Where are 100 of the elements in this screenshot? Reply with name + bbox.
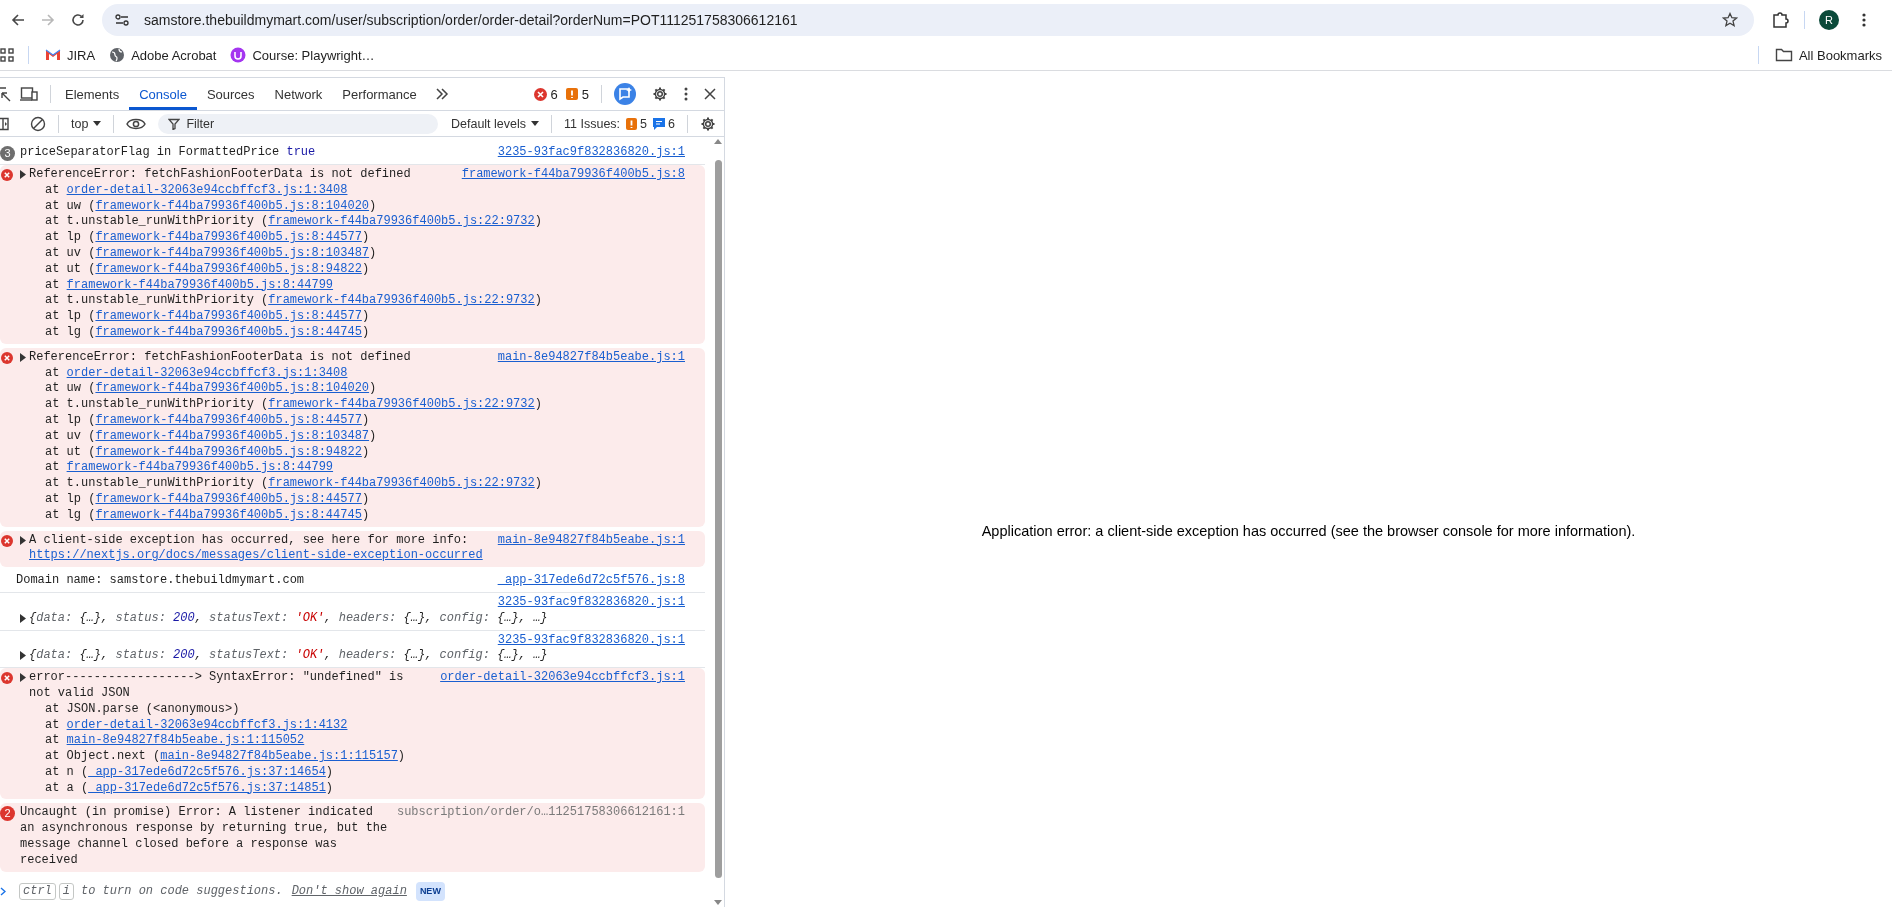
- stack-frame: at order-detail-32063e94ccbffcf3.js:1:4132: [16, 717, 685, 734]
- close-icon[interactable]: [704, 88, 716, 100]
- address-bar[interactable]: samstore.thebuildmymart.com/user/subscription/order/order-detail?orderNum=POT111251758306612161: [102, 4, 1754, 36]
- error-icon: [1, 351, 13, 364]
- source-link[interactable]: _app-317ede6d72c5f576.js:8: [497, 573, 685, 589]
- expand-triangle-icon[interactable]: [20, 673, 26, 683]
- console-settings-icon[interactable]: [700, 115, 716, 132]
- source-link[interactable]: order-detail-32063e94ccbffcf3.js:1: [440, 670, 685, 686]
- source-link[interactable]: 3235-93fac9f832836820.js:1: [497, 632, 685, 647]
- message-text: Uncaught (in promise) Error: A listener indicated an asynchronous response by returning true, but the message channel closed before a response was received: [20, 805, 389, 869]
- stack-link[interactable]: framework-f44ba79936f400b5.js:8:44799: [66, 277, 334, 292]
- scroll-up-icon[interactable]: [714, 139, 722, 144]
- stack-link[interactable]: framework-f44ba79936f400b5.js:22:9732: [268, 476, 535, 491]
- dismiss-link[interactable]: Don't show again: [291, 883, 407, 900]
- devtools-tab[interactable]: Performance: [332, 78, 427, 110]
- devtools-tab[interactable]: Console: [129, 78, 197, 110]
- stack-link[interactable]: framework-f44ba79936f400b5.js:22:9732: [268, 293, 535, 308]
- stack-link[interactable]: _app-317ede6d72c5f576.js:37:14654: [88, 764, 326, 779]
- stack-link[interactable]: framework-f44ba79936f400b5.js:8:44745: [95, 507, 362, 522]
- devtools-tab[interactable]: Network: [264, 78, 333, 110]
- stack-link[interactable]: order-detail-32063e94ccbffcf3.js:1:4132: [66, 717, 348, 732]
- bookmark-star-icon[interactable]: [1722, 12, 1738, 28]
- error-counter[interactable]: 6: [533, 86, 558, 102]
- site-settings-icon[interactable]: [114, 12, 130, 28]
- issue-warning-count: 5: [626, 116, 648, 131]
- new-badge: NEW: [415, 881, 445, 902]
- object-preview: {data: {…}, status: 200, statusText: 'OK', headers: {…}, config: {…}, …}: [29, 648, 549, 665]
- stack-link[interactable]: framework-f44ba79936f400b5.js:8:94822: [95, 261, 362, 276]
- more-tabs-icon[interactable]: [434, 87, 449, 101]
- stack-link[interactable]: framework-f44ba79936f400b5.js:8:44577: [95, 491, 362, 506]
- stack-frame: at lp (framework-f44ba79936f400b5.js:8:44577): [16, 309, 685, 325]
- filter-field[interactable]: Filter: [158, 113, 439, 134]
- error-message: Application error: a client-side exception has occurred (see the browser console for more information).: [981, 523, 1636, 541]
- source-link[interactable]: main-8e94827f84b5eabe.js:1: [497, 349, 685, 366]
- stack-frame: at t.unstable_runWithPriority (framework-f44ba79936f400b5.js:22:9732): [16, 293, 685, 310]
- stack-link[interactable]: framework-f44ba79936f400b5.js:8:104020: [95, 381, 370, 396]
- back-icon[interactable]: [10, 12, 26, 28]
- stack-link[interactable]: framework-f44ba79936f400b5.js:22:9732: [268, 397, 535, 412]
- stack-frame: at uv (framework-f44ba79936f400b5.js:8:103487): [16, 246, 685, 262]
- stack-link[interactable]: framework-f44ba79936f400b5.js:8:44577: [95, 309, 362, 324]
- scroll-down-icon[interactable]: [714, 900, 722, 905]
- error-icon: [1, 169, 13, 181]
- message-link[interactable]: https://nextjs.org/docs/messages/client-side-exception-occurred: [29, 548, 483, 563]
- context-selector[interactable]: top: [63, 116, 110, 131]
- ai-assistant-icon[interactable]: [614, 83, 636, 105]
- device-toolbar-icon[interactable]: [20, 86, 38, 102]
- stack-frame: at main-8e94827f84b5eabe.js:1:115052: [16, 733, 685, 750]
- source-link[interactable]: 3235-93fac9f832836820.js:1: [497, 594, 685, 609]
- source-link[interactable]: framework-f44ba79936f400b5.js:8: [461, 167, 685, 183]
- warning-counter[interactable]: 5: [565, 86, 589, 102]
- stack-link[interactable]: framework-f44ba79936f400b5.js:8:44577: [95, 230, 362, 245]
- clear-console-icon[interactable]: [30, 115, 46, 132]
- stack-frame: at order-detail-32063e94ccbffcf3.js:1:3408: [16, 365, 685, 382]
- stack-frame: at lg (framework-f44ba79936f400b5.js:8:44745): [16, 507, 685, 524]
- bookmark-link[interactable]: Course: Playwright…: [226, 47, 385, 63]
- all-bookmarks-link[interactable]: All Bookmarks: [1770, 47, 1892, 63]
- extension-puzzle-icon[interactable]: [1771, 11, 1789, 29]
- filter-funnel-icon: [168, 117, 181, 130]
- stack-link[interactable]: main-8e94827f84b5eabe.js:1:115157: [160, 749, 398, 764]
- expand-triangle-icon[interactable]: [20, 651, 26, 661]
- bookmark-link[interactable]: Adobe Acrobat: [105, 47, 227, 63]
- repeat-count-badge: 3: [0, 146, 15, 161]
- levels-dropdown[interactable]: Default levels: [443, 116, 548, 131]
- expand-triangle-icon[interactable]: [20, 535, 26, 545]
- expand-triangle-icon[interactable]: [20, 613, 26, 623]
- menu-icon[interactable]: [1861, 12, 1867, 28]
- sidebar-toggle-icon[interactable]: [0, 116, 10, 131]
- stack-link[interactable]: _app-317ede6d72c5f576.js:37:14851: [88, 780, 326, 795]
- stack-link[interactable]: framework-f44ba79936f400b5.js:8:44745: [95, 324, 362, 339]
- apps-grid-icon[interactable]: [0, 48, 14, 62]
- stack-link[interactable]: main-8e94827f84b5eabe.js:1:115052: [66, 733, 305, 748]
- stack-link[interactable]: order-detail-32063e94ccbffcf3.js:1:3408: [66, 182, 348, 197]
- inspect-element-icon[interactable]: [0, 86, 12, 102]
- profile-avatar[interactable]: R: [1819, 10, 1839, 30]
- stack-link[interactable]: framework-f44ba79936f400b5.js:8:104020: [95, 198, 370, 213]
- stack-frame: at framework-f44ba79936f400b5.js:8:44799: [16, 277, 685, 294]
- stack-frame: at n (_app-317ede6d72c5f576.js:37:14654): [16, 764, 685, 781]
- stack-frame: at t.unstable_runWithPriority (framework-f44ba79936f400b5.js:22:9732): [16, 397, 685, 413]
- source-link[interactable]: 3235-93fac9f832836820.js:1: [497, 145, 685, 161]
- stack-link[interactable]: framework-f44ba79936f400b5.js:8:94822: [95, 444, 362, 459]
- devtools-tab[interactable]: Sources: [196, 78, 265, 110]
- expand-triangle-icon[interactable]: [20, 170, 26, 179]
- reload-icon[interactable]: [70, 12, 86, 28]
- stack-frame: at ut (framework-f44ba79936f400b5.js:8:94822): [16, 261, 685, 278]
- stack-link[interactable]: framework-f44ba79936f400b5.js:8:44799: [66, 460, 334, 475]
- stack-link[interactable]: order-detail-32063e94ccbffcf3.js:1:3408: [66, 365, 348, 380]
- stack-link[interactable]: framework-f44ba79936f400b5.js:22:9732: [268, 214, 535, 229]
- bookmark-link[interactable]: JIRA: [41, 47, 106, 63]
- expand-triangle-icon[interactable]: [20, 352, 26, 362]
- issues-counter[interactable]: 11 Issues: 5 6: [556, 116, 683, 131]
- stack-link[interactable]: framework-f44ba79936f400b5.js:8:103487: [95, 246, 370, 260]
- devtools-tab[interactable]: Elements: [55, 78, 130, 110]
- source-link[interactable]: main-8e94827f84b5eabe.js:1: [497, 532, 685, 549]
- globe-icon: [109, 47, 126, 63]
- eye-icon[interactable]: [126, 116, 147, 131]
- settings-icon[interactable]: [652, 86, 668, 102]
- scrollbar-thumb[interactable]: [714, 160, 722, 879]
- more-options-icon[interactable]: [684, 87, 688, 101]
- stack-link[interactable]: framework-f44ba79936f400b5.js:8:44577: [95, 412, 362, 427]
- stack-link[interactable]: framework-f44ba79936f400b5.js:8:103487: [95, 428, 370, 443]
